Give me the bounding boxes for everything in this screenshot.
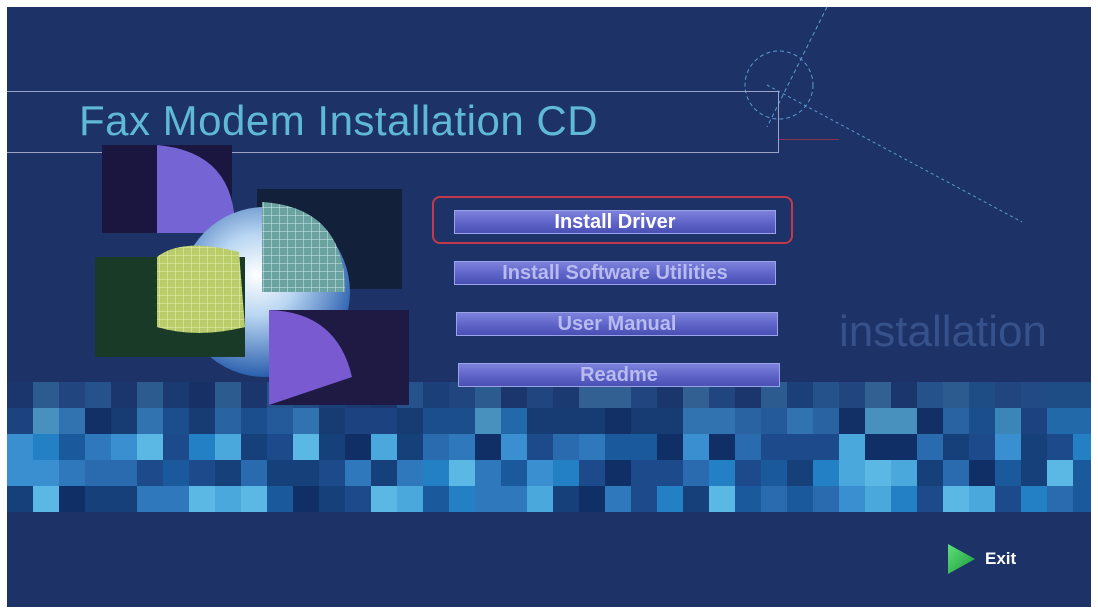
installer-window: Fax Modem Installation CD installation I… [7, 7, 1091, 607]
title-accent-line [779, 139, 839, 140]
exit-label: Exit [985, 549, 1017, 568]
exit-button[interactable]: Exit [945, 541, 1016, 577]
play-arrow-icon [948, 544, 975, 574]
install-driver-button[interactable]: Install Driver [454, 210, 776, 234]
sphere-collage-icon [95, 145, 409, 405]
installation-watermark: installation [839, 307, 1047, 356]
install-software-utilities-button[interactable]: Install Software Utilities [454, 261, 776, 285]
readme-button[interactable]: Readme [458, 363, 780, 387]
user-manual-button[interactable]: User Manual [456, 312, 778, 336]
